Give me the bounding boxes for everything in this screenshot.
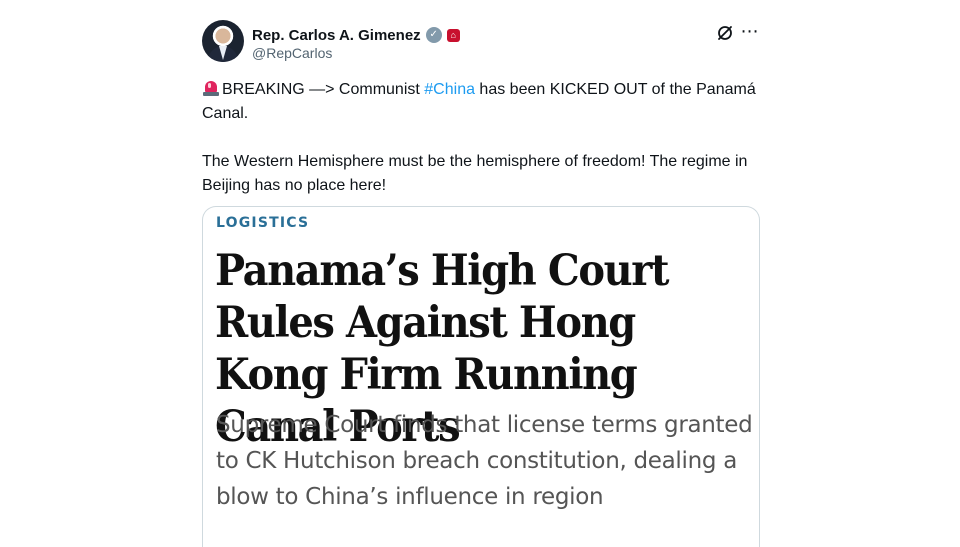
tweet-text: BREAKING —> Communist #China has been KI… <box>202 78 762 198</box>
tweet-text-prefix: BREAKING —> Communist <box>222 81 425 98</box>
hashtag-link[interactable]: #China <box>424 81 475 98</box>
tweet-paragraph-2: The Western Hemisphere must be the hemis… <box>202 153 748 194</box>
tweet-paragraph-1: BREAKING —> Communist #China has been KI… <box>202 78 762 126</box>
article-subheadline: Supreme Court finds that license terms g… <box>216 412 753 510</box>
more-options-icon[interactable]: ⋯ <box>740 22 760 42</box>
tweet: Rep. Carlos A. Gimenez ✓ ⌂ @RepCarlos ⋯ … <box>200 8 766 547</box>
tweet-header: Rep. Carlos A. Gimenez ✓ ⌂ @RepCarlos ⋯ <box>200 20 766 70</box>
grok-icon[interactable] <box>716 24 734 42</box>
article-link-card[interactable]: LOGISTICS Panama’s High Court Rules Agai… <box>202 206 760 547</box>
name-row: Rep. Carlos A. Gimenez ✓ ⌂ <box>252 25 460 45</box>
user-handle[interactable]: @RepCarlos <box>252 45 332 61</box>
house-seal-icon[interactable]: ⌂ <box>446 28 460 42</box>
verified-badge-icon[interactable]: ✓ <box>425 27 442 43</box>
display-name[interactable]: Rep. Carlos A. Gimenez <box>252 27 421 44</box>
siren-emoji-icon <box>202 79 220 97</box>
article-category: LOGISTICS <box>216 215 310 231</box>
avatar[interactable] <box>202 20 244 62</box>
